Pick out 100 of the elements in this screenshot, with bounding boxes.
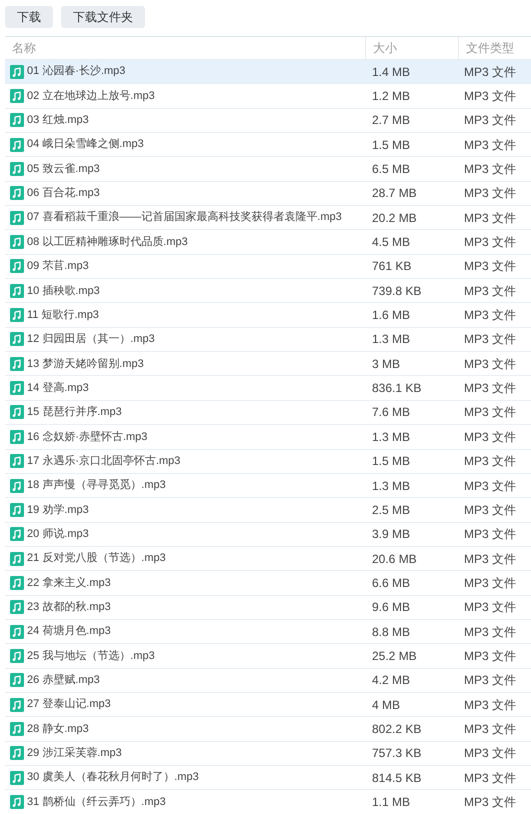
file-row[interactable]: 23 故都的秋.mp3 9.6 MB MP3 文件: [5, 596, 531, 620]
file-size: 2.5 MB: [372, 502, 410, 517]
music-file-icon: [10, 648, 24, 663]
file-size: 1.1 MB: [372, 794, 410, 809]
file-type: MP3 文件: [464, 746, 516, 760]
file-row[interactable]: 26 赤壁赋.mp3 4.2 MB MP3 文件: [5, 668, 531, 693]
file-name: 18 声声慢（寻寻觅觅）.mp3: [27, 478, 166, 494]
music-file-icon: [10, 284, 24, 298]
file-type: MP3 文件: [464, 454, 516, 468]
file-size: 9.6 MB: [372, 600, 410, 614]
file-size: 7.6 MB: [372, 405, 410, 420]
music-file-icon: [10, 430, 24, 444]
file-name: 04 峨日朵雪峰之侧.mp3: [27, 136, 144, 152]
file-name: 19 劝学.mp3: [27, 502, 89, 518]
file-type: MP3 文件: [464, 794, 516, 809]
file-type: MP3 文件: [464, 89, 516, 104]
file-row[interactable]: 20 师说.mp3 3.9 MB MP3 文件: [5, 522, 531, 547]
file-size: 1.4 MB: [372, 64, 410, 79]
file-name: 30 虞美人（春花秋月何时了）.mp3: [27, 770, 199, 786]
file-row[interactable]: 01 沁园春·长沙.mp3 1.4 MB MP3 文件: [5, 60, 531, 84]
file-size: 1.6 MB: [372, 308, 410, 322]
file-type: MP3 文件: [464, 381, 516, 396]
file-type: MP3 文件: [464, 356, 516, 371]
file-type: MP3 文件: [464, 770, 516, 785]
file-size: 4.5 MB: [372, 235, 410, 250]
file-size: 1.3 MB: [372, 430, 410, 444]
file-type: MP3 文件: [464, 648, 516, 663]
file-name: 11 短歌行.mp3: [27, 308, 99, 323]
file-size: 1.2 MB: [372, 89, 410, 104]
file-name: 05 致云雀.mp3: [27, 162, 100, 177]
music-file-icon: [10, 502, 24, 517]
toolbar-button[interactable]: 下载文件夹: [61, 6, 145, 28]
file-type: MP3 文件: [464, 698, 516, 712]
file-type: MP3 文件: [464, 502, 516, 517]
file-size: 4 MB: [372, 698, 400, 712]
music-file-icon: [10, 552, 24, 566]
file-row[interactable]: 06 百合花.mp3 28.7 MB MP3 文件: [5, 182, 531, 206]
toolbar-button[interactable]: 下载: [5, 6, 53, 28]
music-file-icon: [10, 746, 24, 760]
music-file-icon: [10, 332, 24, 346]
file-size: 28.7 MB: [372, 186, 417, 200]
file-type: MP3 文件: [464, 162, 516, 176]
music-file-icon: [10, 381, 24, 396]
file-name: 01 沁园春·长沙.mp3: [27, 64, 126, 80]
music-file-icon: [10, 235, 24, 250]
music-file-icon: [10, 308, 24, 322]
file-name: 29 涉江采芙蓉.mp3: [27, 746, 122, 762]
file-size: 6.6 MB: [372, 576, 410, 590]
file-type: MP3 文件: [464, 186, 516, 200]
file-type: MP3 文件: [464, 430, 516, 444]
file-name: 02 立在地球边上放号.mp3: [27, 88, 155, 104]
music-file-icon: [10, 576, 24, 590]
file-row[interactable]: 03 红烛.mp3 2.7 MB MP3 文件: [5, 108, 531, 134]
music-file-icon: [10, 794, 24, 809]
file-size: 1.3 MB: [372, 478, 410, 493]
file-size: 2.7 MB: [372, 113, 410, 128]
file-size: 761 KB: [372, 259, 412, 274]
music-file-icon: [10, 138, 24, 152]
music-file-icon: [10, 89, 24, 104]
file-type: MP3 文件: [464, 284, 516, 298]
file-type: MP3 文件: [464, 235, 516, 250]
file-type: MP3 文件: [464, 552, 516, 566]
file-type: MP3 文件: [464, 64, 516, 79]
file-size: 836.1 KB: [372, 381, 422, 396]
file-name: 08 以工匠精神雕琢时代品质.mp3: [27, 234, 188, 250]
file-type: MP3 文件: [464, 673, 516, 688]
file-type: MP3 文件: [464, 600, 516, 614]
file-size: 20.2 MB: [372, 210, 417, 225]
music-file-icon: [10, 259, 24, 274]
file-name: 06 百合花.mp3: [27, 186, 100, 202]
file-size: 739.8 KB: [372, 284, 422, 298]
file-name: 13 梦游天姥吟留别.mp3: [27, 356, 144, 372]
music-file-icon: [10, 64, 24, 79]
file-name: 03 红烛.mp3: [27, 113, 89, 128]
file-name: 16 念奴娇·赤壁怀古.mp3: [27, 430, 148, 445]
file-name: 26 赤壁赋.mp3: [27, 672, 100, 688]
file-type: MP3 文件: [464, 113, 516, 128]
music-file-icon: [10, 186, 24, 200]
file-row[interactable]: 29 涉江采芙蓉.mp3 757.3 KB MP3 文件: [5, 742, 531, 766]
file-name: 15 琵琶行并序.mp3: [27, 404, 122, 420]
file-row[interactable]: 17 永遇乐·京口北固亭怀古.mp3 1.5 MB MP3 文件: [5, 450, 531, 474]
file-name: 14 登高.mp3: [27, 380, 89, 396]
file-size: 3 MB: [372, 356, 400, 371]
file-size: 6.5 MB: [372, 162, 410, 176]
music-file-icon: [10, 722, 24, 736]
file-type: MP3 文件: [464, 308, 516, 322]
file-name: 07 喜看稻菽千重浪——记首届国家最高科技奖获得者袁隆平.mp3: [27, 210, 342, 226]
music-file-icon: [10, 624, 24, 639]
file-type: MP3 文件: [464, 332, 516, 346]
file-name: 12 归园田居（其一）.mp3: [27, 332, 155, 348]
file-size: 20.6 MB: [372, 552, 417, 566]
music-file-icon: [10, 162, 24, 176]
file-size: 8.8 MB: [372, 624, 410, 639]
file-name: 20 师说.mp3: [27, 526, 89, 542]
music-file-icon: [10, 600, 24, 614]
music-file-icon: [10, 210, 24, 225]
file-size: 802.2 KB: [372, 722, 422, 736]
file-type: MP3 文件: [464, 722, 516, 736]
file-name: 27 登泰山记.mp3: [27, 697, 111, 712]
file-size: 4.2 MB: [372, 673, 410, 688]
